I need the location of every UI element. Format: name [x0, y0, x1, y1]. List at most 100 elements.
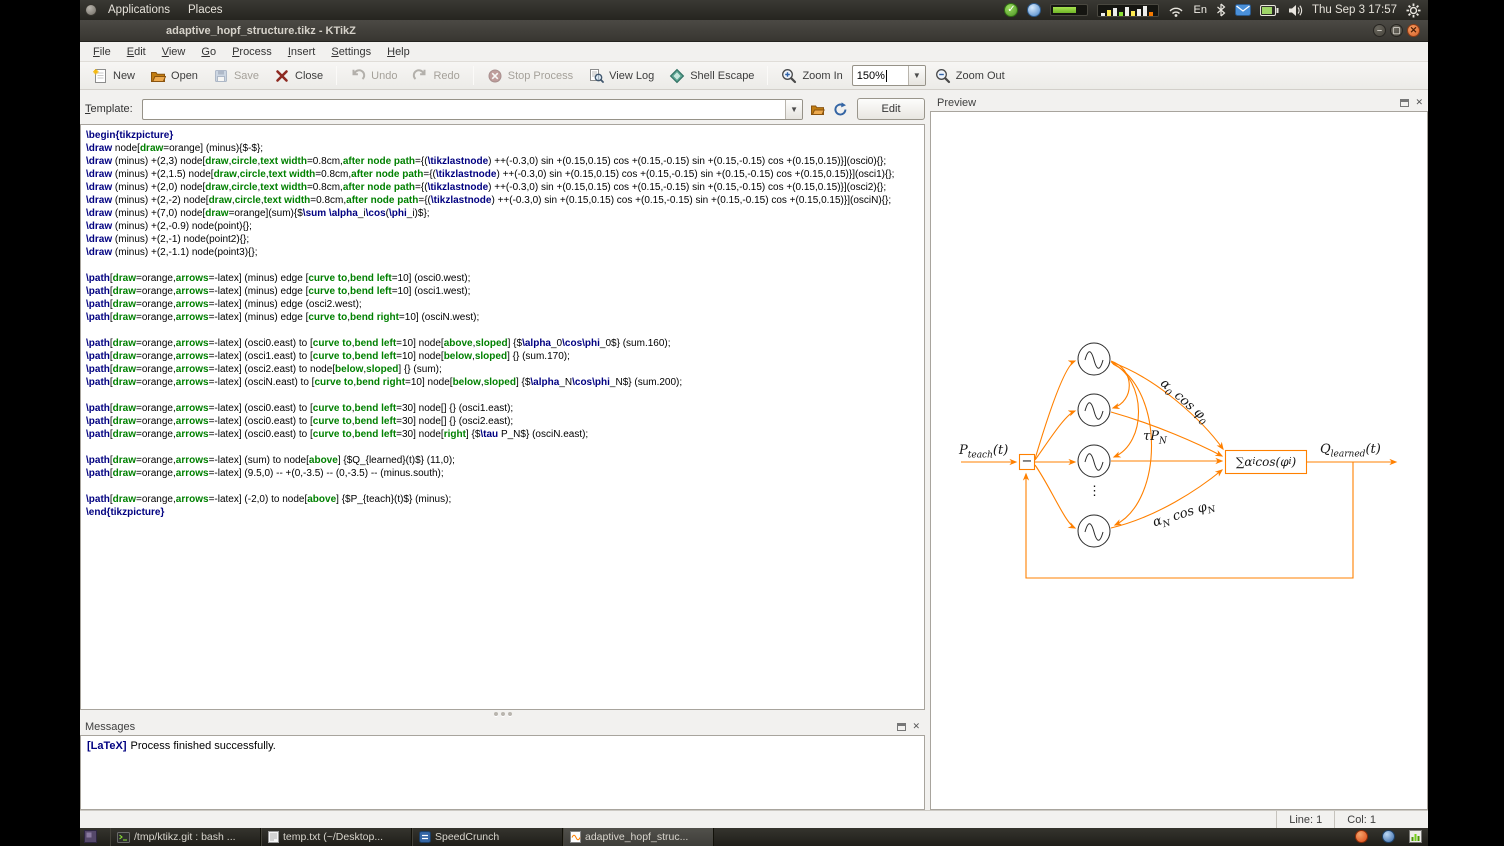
template-dropdown-arrow[interactable]: ▼: [785, 100, 802, 119]
tray-icon-blue-sphere[interactable]: [1382, 830, 1395, 843]
template-combobox[interactable]: ▼: [142, 99, 803, 120]
window-titlebar[interactable]: adaptive_hopf_structure.tikz - KTikZ – ▢…: [80, 20, 1428, 42]
code-line[interactable]: \path[draw=orange,arrows=-latex] (sum) t…: [86, 454, 924, 467]
system-monitor-applet[interactable]: [1097, 4, 1159, 17]
network-globe-icon[interactable]: [1027, 3, 1041, 17]
view-log-button[interactable]: View Log: [582, 64, 660, 88]
save-button[interactable]: Save: [207, 64, 265, 88]
code-line[interactable]: \path[draw=orange,arrows=-latex] (-2,0) …: [86, 493, 924, 506]
top-panel: Applications Places ✓ En: [80, 0, 1428, 20]
code-line[interactable]: \path[draw=orange,arrows=-latex] (minus)…: [86, 285, 924, 298]
volume-icon[interactable]: [1288, 4, 1303, 17]
undo-icon: [350, 68, 366, 84]
code-line[interactable]: \path[draw=orange,arrows=-latex] (minus)…: [86, 311, 924, 324]
code-line[interactable]: \path[draw=orange,arrows=-latex] (osci1.…: [86, 350, 924, 363]
close-window-button[interactable]: ✕: [1407, 24, 1420, 37]
menu-go[interactable]: Go: [193, 43, 224, 61]
code-line[interactable]: \draw (minus) +(2,-2) node[draw,circle,t…: [86, 194, 924, 207]
code-line[interactable]: \draw node[draw=orange] (minus){$-$};: [86, 142, 924, 155]
code-line[interactable]: \path[draw=orange,arrows=-latex] (minus)…: [86, 298, 924, 311]
tray-icon-orange-sphere[interactable]: [1355, 830, 1368, 843]
code-line[interactable]: \path[draw=orange,arrows=-latex] (osci0.…: [86, 415, 924, 428]
code-line[interactable]: \draw (minus) +(2,-0.9) node(point){};: [86, 220, 924, 233]
maximize-button[interactable]: ▢: [1390, 24, 1403, 37]
taskbar-item-ktikz[interactable]: adaptive_hopf_struc...: [563, 828, 714, 846]
text-cursor: [886, 70, 887, 82]
menu-help[interactable]: Help: [379, 43, 418, 61]
shell-escape-button[interactable]: Shell Escape: [663, 64, 760, 88]
code-line[interactable]: \path[draw=orange,arrows=-latex] (osci2.…: [86, 363, 924, 376]
zoom-level-combobox[interactable]: 150% ▼: [852, 65, 926, 86]
updates-check-icon[interactable]: ✓: [1004, 3, 1018, 17]
new-button[interactable]: New: [86, 64, 141, 88]
code-line[interactable]: \path[draw=orange,arrows=-latex] (osci0.…: [86, 337, 924, 350]
menubar: File Edit View Go Process Insert Setting…: [80, 42, 1428, 62]
messages-log[interactable]: [LaTeX]Process finished successfully.: [80, 735, 925, 810]
zoom-dropdown-arrow[interactable]: ▼: [908, 66, 925, 85]
zoom-in-icon: [781, 68, 797, 84]
distro-logo-icon[interactable]: [85, 4, 97, 16]
code-line[interactable]: \end{tikzpicture}: [86, 506, 924, 519]
panel-menus: Applications Places: [80, 0, 230, 20]
taskbar-item-temp-txt[interactable]: temp.txt (~/Desktop...: [261, 828, 412, 846]
zoom-out-button[interactable]: Zoom Out: [929, 64, 1011, 88]
close-panel-icon[interactable]: ✕: [1415, 98, 1423, 107]
zoom-in-button[interactable]: Zoom In: [775, 64, 848, 88]
taskbar-tray: [1355, 830, 1422, 843]
code-line[interactable]: [86, 441, 924, 454]
tray-icon-chart[interactable]: [1409, 830, 1422, 843]
preview-canvas[interactable]: − ⋮ ∑ αi cos(φi) Pteach(t) Qlearned(t) τ…: [930, 111, 1428, 810]
close-panel-icon[interactable]: ✕: [912, 722, 920, 731]
minimize-button[interactable]: –: [1373, 24, 1386, 37]
show-desktop-button[interactable]: [84, 830, 97, 846]
undo-button[interactable]: Undo: [344, 64, 403, 88]
menu-settings[interactable]: Settings: [323, 43, 379, 61]
menu-edit[interactable]: Edit: [119, 43, 154, 61]
session-gear-icon[interactable]: [1406, 3, 1421, 18]
menu-view[interactable]: View: [154, 43, 194, 61]
code-line[interactable]: \path[draw=orange,arrows=-latex] (osciN.…: [86, 376, 924, 389]
places-menu[interactable]: Places: [181, 0, 230, 20]
redo-button[interactable]: Redo: [406, 64, 465, 88]
code-line[interactable]: [86, 389, 924, 402]
preview-panel-header[interactable]: Preview ✕: [930, 94, 1428, 111]
code-line[interactable]: \path[draw=orange,arrows=-latex] (9.5,0)…: [86, 467, 924, 480]
template-edit-button[interactable]: Edit: [857, 98, 925, 120]
float-panel-icon[interactable]: [897, 723, 906, 731]
menu-file[interactable]: File: [85, 43, 119, 61]
battery-icon[interactable]: [1260, 5, 1279, 16]
close-file-button[interactable]: Close: [268, 64, 329, 88]
applications-menu[interactable]: Applications: [101, 0, 177, 20]
code-line[interactable]: \draw (minus) +(7,0) node[draw=orange](s…: [86, 207, 924, 220]
code-line[interactable]: \draw (minus) +(2,0) node[draw,circle,te…: [86, 181, 924, 194]
code-editor[interactable]: \begin{tikzpicture}\draw node[draw=orang…: [80, 124, 925, 710]
bluetooth-icon[interactable]: [1216, 3, 1226, 17]
brightness-applet[interactable]: [1050, 4, 1088, 16]
clock[interactable]: Thu Sep 3 17:57: [1312, 4, 1397, 16]
code-line[interactable]: [86, 480, 924, 493]
code-line[interactable]: \draw (minus) +(2,-1.1) node(point3){};: [86, 246, 924, 259]
code-line[interactable]: \draw (minus) +(2,3) node[draw,circle,te…: [86, 155, 924, 168]
open-button[interactable]: Open: [144, 64, 204, 88]
code-line[interactable]: [86, 259, 924, 272]
code-line[interactable]: \begin{tikzpicture}: [86, 129, 924, 142]
float-panel-icon[interactable]: [1400, 99, 1409, 107]
stop-process-button[interactable]: Stop Process: [481, 64, 579, 88]
code-line[interactable]: \draw (minus) +(2,-1) node(point2){};: [86, 233, 924, 246]
taskbar-item-terminal[interactable]: /tmp/ktikz.git : bash ...: [110, 828, 261, 846]
code-line[interactable]: [86, 324, 924, 337]
reload-template-button[interactable]: [831, 100, 849, 118]
menu-process[interactable]: Process: [224, 43, 280, 61]
open-template-button[interactable]: [808, 100, 826, 118]
wifi-icon[interactable]: [1168, 3, 1184, 17]
taskbar-item-speedcrunch[interactable]: SpeedCrunch: [412, 828, 563, 846]
code-line[interactable]: \path[draw=orange,arrows=-latex] (osci0.…: [86, 402, 924, 415]
editor-messages-splitter[interactable]: [80, 710, 925, 718]
code-line[interactable]: \draw (minus) +(2,1.5) node[draw,circle,…: [86, 168, 924, 181]
mail-icon[interactable]: [1235, 4, 1251, 16]
keyboard-layout-indicator[interactable]: En: [1193, 4, 1206, 16]
code-line[interactable]: \path[draw=orange,arrows=-latex] (minus)…: [86, 272, 924, 285]
messages-panel-header[interactable]: Messages ✕: [80, 718, 925, 735]
menu-insert[interactable]: Insert: [280, 43, 324, 61]
code-line[interactable]: \path[draw=orange,arrows=-latex] (osci0.…: [86, 428, 924, 441]
